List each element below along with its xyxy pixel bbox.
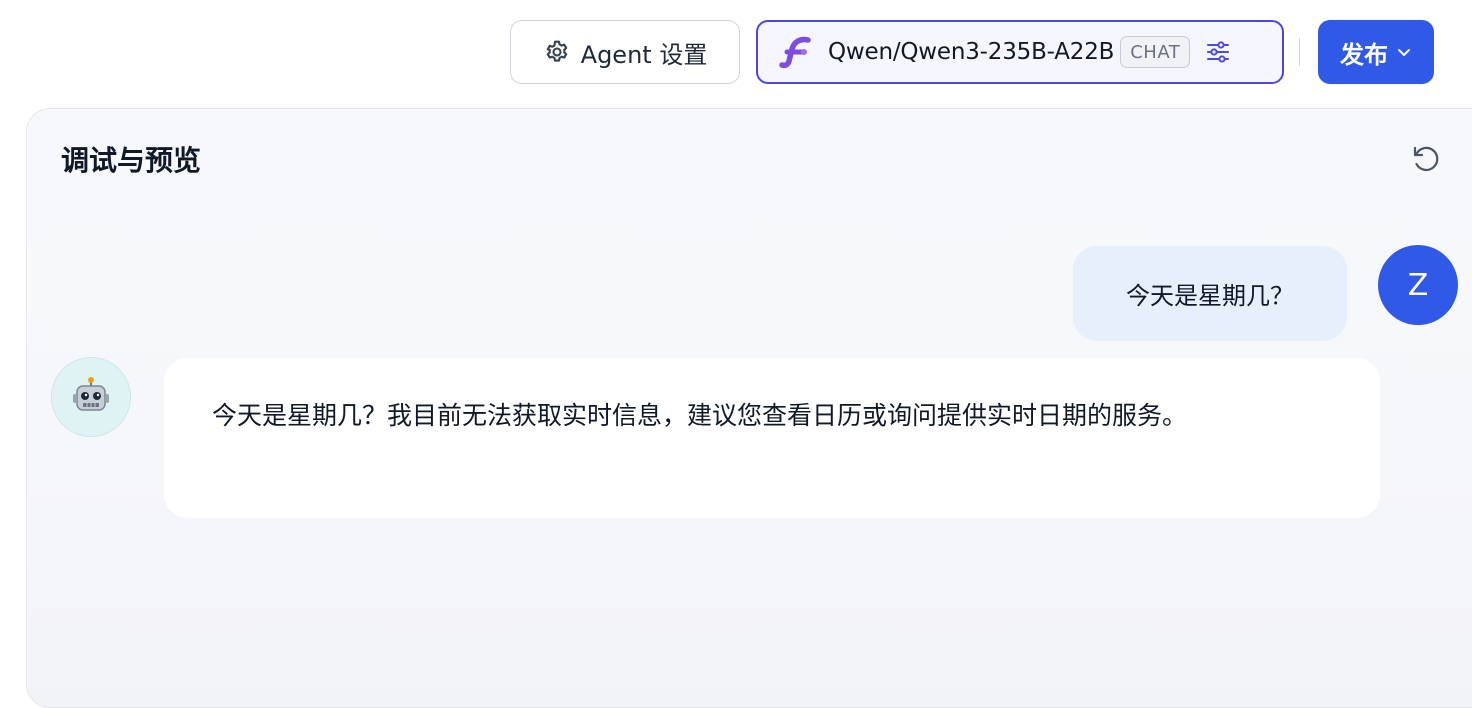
sliders-icon[interactable] [1204,38,1232,66]
model-type-badge: CHAT [1120,36,1191,68]
gear-icon [546,40,567,62]
chevron-down-icon [1398,49,1410,56]
toolbar-divider [1299,38,1300,66]
agent-settings-button[interactable]: Agent 设置 [510,20,740,84]
publish-label: 发布 [1340,40,1388,69]
assistant-message-text: 今天是星期几？我目前无法获取实时信息，建议您查看日历或询问提供实时日期的服务。 [212,401,1188,430]
model-selector[interactable]: Qwen/Qwen3-235B-A22B CHAT [756,20,1284,84]
model-provider-logo-icon [779,36,811,69]
publish-button[interactable]: 发布 [1318,20,1434,84]
agent-settings-label: Agent 设置 [580,40,708,69]
refresh-icon[interactable] [1409,142,1443,176]
panel-title: 调试与预览 [61,144,202,177]
assistant-avatar [51,357,131,437]
robot-icon [73,377,109,411]
user-message-bubble: 今天是星期几？ [1073,246,1347,341]
user-message-text: 今天是星期几？ [1126,282,1294,310]
top-toolbar: Agent 设置 Qwen/Qwen3-235B-A22B CHAT 发布 [0,0,1472,108]
model-name: Qwen/Qwen3-235B-A22B [828,39,1115,65]
assistant-message-bubble: 今天是星期几？我目前无法获取实时信息，建议您查看日历或询问提供实时日期的服务。 [164,358,1380,518]
debug-preview-panel: 调试与预览 今天是星期几？ Z 今天是星期几？我目前无法获取实时信息，建议您查看… [26,108,1472,708]
user-avatar: Z [1378,245,1458,325]
